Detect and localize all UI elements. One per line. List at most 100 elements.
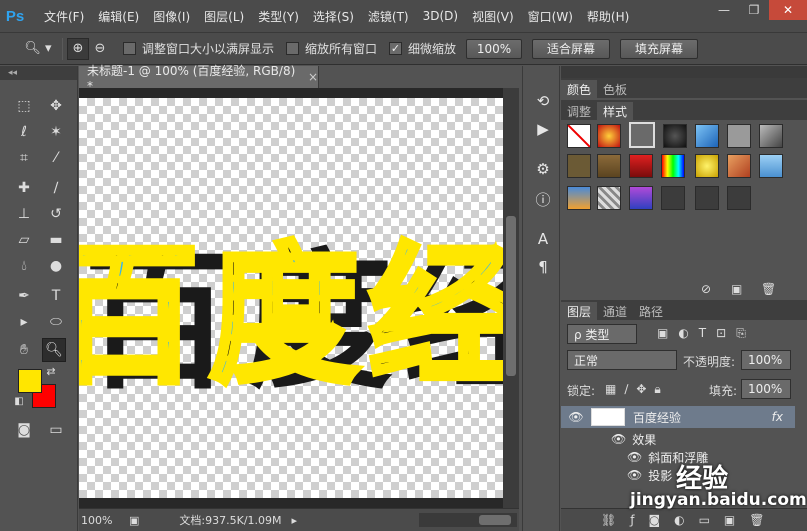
restore-button[interactable]: ❐ <box>739 0 769 20</box>
style-swatch[interactable] <box>727 154 751 178</box>
lasso-tool-icon[interactable]: ℓ <box>12 120 36 144</box>
menu-3d[interactable]: 3D(D) <box>423 9 458 23</box>
menu-view[interactable]: 视图(V) <box>472 8 514 25</box>
eye-icon[interactable]: 👁︎ <box>561 410 591 424</box>
resize-windows-checkbox[interactable]: 调整窗口大小以满屏显示 <box>123 40 274 57</box>
blur-tool-icon[interactable]: 💧︎ <box>12 254 36 278</box>
zoom-out-icon[interactable]: ⊖ <box>89 38 111 60</box>
character-panel-icon[interactable]: A <box>532 228 554 250</box>
style-swatch[interactable] <box>695 124 719 148</box>
fill-screen-button[interactable]: 填充屏幕 <box>620 38 699 59</box>
eye-icon[interactable]: 👁︎ <box>611 432 626 446</box>
minimize-button[interactable]: — <box>709 0 739 20</box>
style-swatch[interactable] <box>695 154 719 178</box>
new-style-icon[interactable]: ▣ <box>731 282 742 296</box>
marquee-tool-icon[interactable]: ⬚ <box>12 94 36 118</box>
style-swatch[interactable] <box>629 154 653 178</box>
menu-select[interactable]: 选择(S) <box>313 8 354 25</box>
fill-input[interactable]: 100% <box>741 379 791 399</box>
path-selection-icon[interactable]: ▸ <box>12 310 36 334</box>
hand-tool-icon[interactable]: ✋︎ <box>12 338 36 362</box>
style-swatch[interactable] <box>663 124 687 148</box>
tab-adjustments[interactable]: 调整 <box>561 102 597 120</box>
horizontal-scrollbar[interactable] <box>419 513 517 527</box>
style-swatch[interactable] <box>727 186 751 210</box>
fit-screen-button[interactable]: 适合屏幕 <box>532 38 611 59</box>
default-colors-icon[interactable]: ◧ <box>12 394 26 408</box>
scrollbar-thumb[interactable] <box>479 515 511 525</box>
canvas-area[interactable]: 百度经验 百度经验 <box>79 88 503 508</box>
style-none[interactable] <box>567 124 591 148</box>
foreground-color-swatch[interactable] <box>18 369 42 393</box>
menu-filter[interactable]: 滤镜(T) <box>368 8 409 25</box>
healing-brush-icon[interactable]: ✚ <box>12 176 36 200</box>
info-panel-icon[interactable]: ⓘ <box>532 188 554 210</box>
layer-fx-badge[interactable]: fx <box>772 410 783 424</box>
style-swatch-selected[interactable] <box>629 122 655 148</box>
opacity-input[interactable]: 100% <box>741 350 791 370</box>
menu-layer[interactable]: 图层(L) <box>204 8 244 25</box>
layer-name[interactable]: 百度经验 <box>633 409 681 426</box>
magic-wand-icon[interactable]: ✶ <box>44 120 68 144</box>
swap-colors-icon[interactable]: ⇄ <box>44 364 58 378</box>
tab-styles[interactable]: 样式 <box>597 102 634 120</box>
scrubby-zoom-checkbox[interactable]: ✓ 细微缩放 <box>389 40 456 57</box>
zoom-all-windows-checkbox[interactable]: 缩放所有窗口 <box>286 40 377 57</box>
layer-filter-select[interactable]: ρ 类型 <box>567 324 637 344</box>
style-swatch[interactable] <box>759 154 783 178</box>
menu-help[interactable]: 帮助(H) <box>587 8 629 25</box>
style-swatch[interactable] <box>695 186 719 210</box>
style-swatch[interactable] <box>661 186 685 210</box>
type-tool-icon[interactable]: T <box>44 284 68 308</box>
crop-tool-icon[interactable]: ⌗ <box>12 146 36 170</box>
actual-pixels-button[interactable]: 100% <box>466 38 523 59</box>
ellipse-tool-icon[interactable]: ⬭ <box>44 310 68 334</box>
style-swatch[interactable] <box>567 154 591 178</box>
zoom-level[interactable]: 100% <box>81 514 125 527</box>
history-brush-icon[interactable]: ↺ <box>44 202 68 226</box>
clone-stamp-icon[interactable]: ⊥ <box>12 202 36 226</box>
style-swatch[interactable] <box>727 124 751 148</box>
tab-swatches[interactable]: 色板 <box>597 80 633 98</box>
layer-filter-icons[interactable]: ▣◐T⊡⎘ <box>657 326 756 341</box>
vertical-scrollbar[interactable] <box>503 88 519 508</box>
lock-icons[interactable]: ▦∕✥🔒︎ <box>605 382 669 397</box>
style-swatch[interactable] <box>597 154 621 178</box>
zoom-tool-preset-icon[interactable]: 🔍︎ ▾ <box>18 37 58 61</box>
tools-panel-header[interactable]: ◂◂ <box>0 66 77 80</box>
checkbox-box[interactable] <box>286 42 300 55</box>
document-tab[interactable]: 未标题-1 @ 100% (百度经验, RGB/8) * × <box>79 64 319 93</box>
scrollbar-thumb[interactable] <box>506 216 516 376</box>
menu-file[interactable]: 文件(F) <box>44 8 84 25</box>
quick-mask-icon[interactable]: ◙ <box>12 418 36 442</box>
history-panel-icon[interactable]: ⟲ <box>532 90 554 112</box>
checkbox-box[interactable] <box>123 42 136 55</box>
zoom-tool-icon[interactable]: 🔍︎ <box>42 338 66 362</box>
canvas[interactable]: 百度经验 百度经验 <box>79 98 503 498</box>
menu-type[interactable]: 类型(Y) <box>258 8 299 25</box>
delete-style-icon[interactable]: 🗑︎ <box>761 282 776 296</box>
pen-tool-icon[interactable]: ✒ <box>12 284 36 308</box>
style-swatch[interactable] <box>629 186 653 210</box>
dodge-tool-icon[interactable]: ● <box>44 254 68 278</box>
tab-channels[interactable]: 通道 <box>597 302 633 320</box>
blend-mode-select[interactable]: 正常 <box>567 350 677 370</box>
tab-paths[interactable]: 路径 <box>633 302 669 320</box>
paragraph-panel-icon[interactable]: ¶ <box>532 256 554 278</box>
eraser-icon[interactable]: ▱ <box>12 228 36 252</box>
screen-mode-icon[interactable]: ▭ <box>44 418 68 442</box>
style-swatch[interactable] <box>759 124 783 148</box>
panel-collapse-bar[interactable] <box>561 66 807 78</box>
properties-panel-icon[interactable]: ⚙ <box>532 158 554 180</box>
style-swatch[interactable] <box>597 186 621 210</box>
actions-panel-icon[interactable]: ▶ <box>532 118 554 140</box>
menu-image[interactable]: 图像(I) <box>153 8 190 25</box>
clear-style-icon[interactable]: ⊘ <box>701 282 711 296</box>
tab-color[interactable]: 颜色 <box>561 80 598 98</box>
status-menu-icon[interactable]: ▸ <box>292 514 298 527</box>
brush-tool-icon[interactable]: ∕ <box>44 176 68 200</box>
tab-layers[interactable]: 图层 <box>561 302 598 320</box>
eyedropper-icon[interactable]: ⁄ <box>44 146 68 170</box>
layer-row[interactable]: 👁︎ 百度经验 fx <box>561 406 795 428</box>
style-swatch[interactable] <box>567 186 591 210</box>
